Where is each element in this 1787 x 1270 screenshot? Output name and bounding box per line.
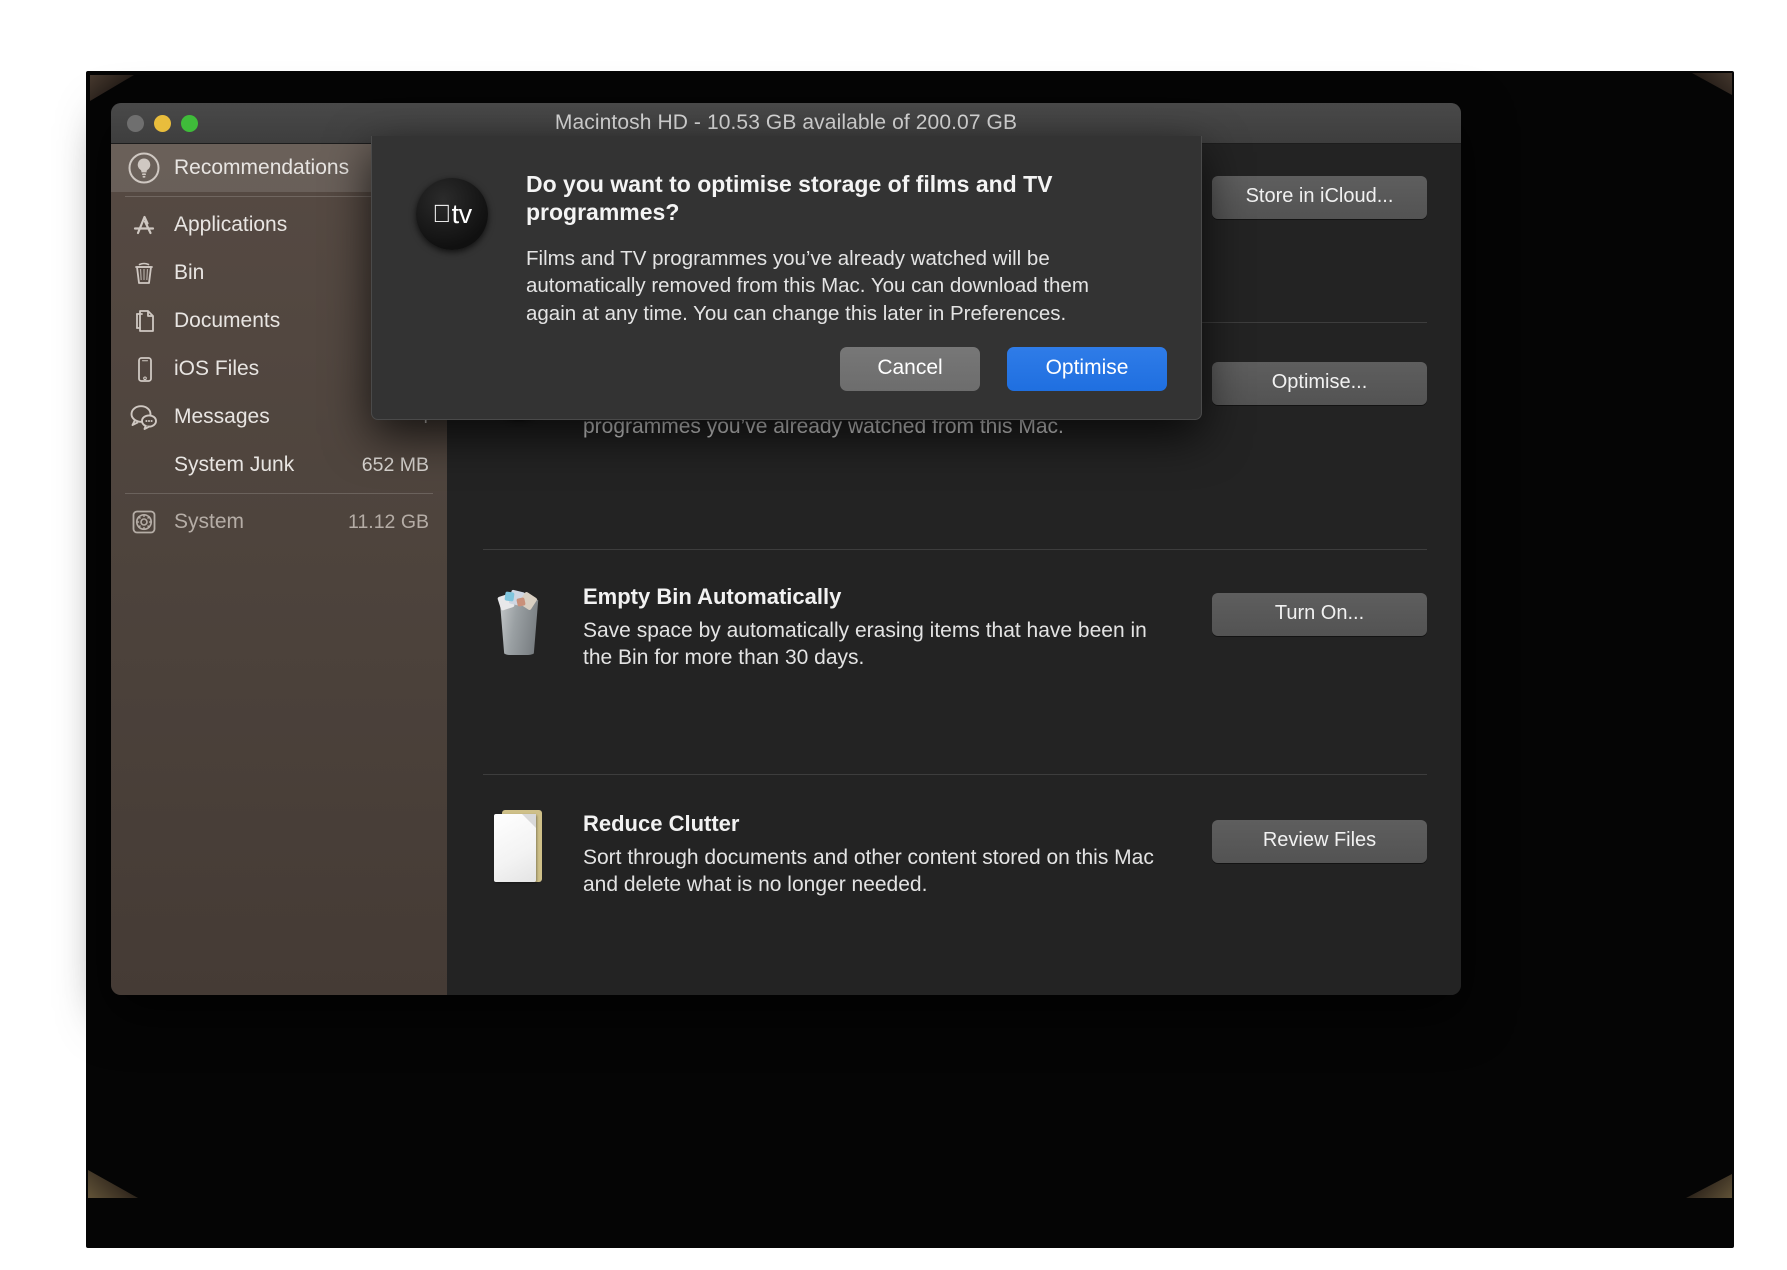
recommendation-title: Empty Bin Automatically [583,584,1192,610]
sidebar-item-system[interactable]: System 11.12 GB [111,498,447,546]
turn-on-empty-bin-button[interactable]: Turn On... [1212,593,1427,636]
trash-icon [127,256,161,290]
sidebar-item-label: System Junk [174,453,362,477]
cancel-button[interactable]: Cancel [840,347,980,391]
optimise-storage-button[interactable]: Optimise... [1212,362,1427,405]
recommendation-title: Reduce Clutter [583,811,1192,837]
dialog-heading: Do you want to optimise storage of films… [526,170,1086,226]
sidebar-divider-lower [125,493,433,494]
sidebar-item-label: Documents [174,309,396,333]
recommendation-text: Reduce Clutter Sort through documents an… [583,811,1212,899]
review-files-button[interactable]: Review Files [1212,820,1427,863]
store-in-icloud-button[interactable]: Store in iCloud... [1212,176,1427,219]
document-icon [483,811,555,883]
dialog-body: Do you want to optimise storage of films… [526,170,1167,327]
recommendation-description: Save space by automatically erasing item… [583,618,1173,672]
apple-tv-icon: tv [416,170,488,327]
recommendation-action: Turn On... [1212,584,1427,636]
sidebar-item-system-junk[interactable]: System Junk 652 MB [111,441,447,489]
recommendation-action: Review Files [1212,811,1427,863]
iphone-icon [127,352,161,386]
traffic-light-group [127,115,198,132]
lightbulb-icon [127,151,161,185]
messages-icon [127,400,161,434]
close-button[interactable] [127,115,144,132]
gear-icon [127,505,161,539]
optimise-confirm-button[interactable]: Optimise [1007,347,1167,391]
sidebar-item-label: System [174,510,348,534]
dialog-button-row: Cancel Optimise [840,347,1167,391]
recommendation-action: Store in iCloud... [1212,144,1427,219]
recommendation-row-reduce-clutter: Reduce Clutter Sort through documents an… [447,775,1461,995]
zoom-button[interactable] [181,115,198,132]
screenshot-root: Macintosh HD - 10.53 GB available of 200… [0,0,1787,1270]
optimise-storage-dialog: tv Do you want to optimise storage of f… [371,136,1202,420]
app-store-icon [127,208,161,242]
minimize-button[interactable] [154,115,171,132]
sidebar-item-value: 11.12 GB [348,511,429,534]
window-title: Macintosh HD - 10.53 GB available of 200… [111,111,1461,135]
documents-icon [127,304,161,338]
recommendation-text: Empty Bin Automatically Save space by au… [583,584,1212,672]
recommendation-description: Sort through documents and other content… [583,845,1173,899]
sidebar-item-value: 652 MB [362,454,429,477]
full-trash-icon [483,584,555,656]
recommendation-row-empty-bin: Empty Bin Automatically Save space by au… [447,550,1461,774]
dialog-content: tv Do you want to optimise storage of f… [372,136,1201,327]
recommendation-action: Optimise... [1212,353,1427,405]
dialog-message: Films and TV programmes you’ve already w… [526,245,1138,327]
